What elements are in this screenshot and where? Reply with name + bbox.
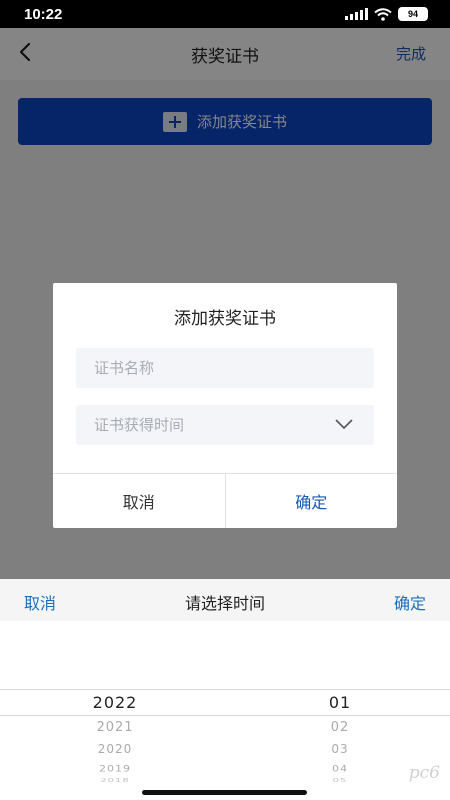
status-bar: 10:22 94: [0, 0, 450, 28]
dialog-confirm-button[interactable]: 确定: [226, 474, 398, 528]
signal-icon: [345, 8, 368, 20]
month-option[interactable]: 03: [300, 742, 380, 756]
certificate-time-input[interactable]: [94, 416, 334, 434]
year-option[interactable]: 2018: [60, 778, 170, 784]
dialog-title: 添加获奖证书: [174, 309, 276, 329]
home-indicator[interactable]: [142, 790, 307, 795]
wifi-icon: [374, 7, 392, 21]
chevron-down-icon[interactable]: [334, 417, 354, 431]
year-option[interactable]: 2022: [60, 693, 170, 712]
dialog-cancel-button[interactable]: 取消: [53, 474, 226, 528]
certificate-name-input[interactable]: [94, 359, 334, 377]
year-option[interactable]: 2019: [60, 763, 170, 773]
month-wheel[interactable]: 01 02 03 04 05: [300, 579, 380, 800]
date-picker: 取消 请选择时间 确定 2022 2021 2020 2019 2018 01 …: [0, 579, 450, 800]
certificate-time-field[interactable]: [76, 405, 374, 445]
status-time: 10:22: [24, 6, 63, 23]
month-option[interactable]: 02: [300, 720, 380, 735]
month-option[interactable]: 05: [300, 778, 380, 784]
battery-icon: 94: [398, 7, 428, 21]
add-certificate-dialog: 添加获奖证书 取消 确定: [53, 283, 397, 528]
watermark-logo: pc6: [408, 763, 440, 783]
year-option[interactable]: 2021: [60, 720, 170, 735]
picker-confirm-button[interactable]: 确定: [394, 590, 426, 614]
status-icons: 94: [345, 7, 428, 21]
month-option[interactable]: 01: [300, 693, 380, 712]
certificate-name-field[interactable]: [76, 348, 374, 388]
year-wheel[interactable]: 2022 2021 2020 2019 2018: [60, 579, 170, 800]
year-option[interactable]: 2020: [60, 742, 170, 756]
month-option[interactable]: 04: [300, 763, 380, 773]
dialog-buttons: 取消 确定: [53, 474, 397, 528]
